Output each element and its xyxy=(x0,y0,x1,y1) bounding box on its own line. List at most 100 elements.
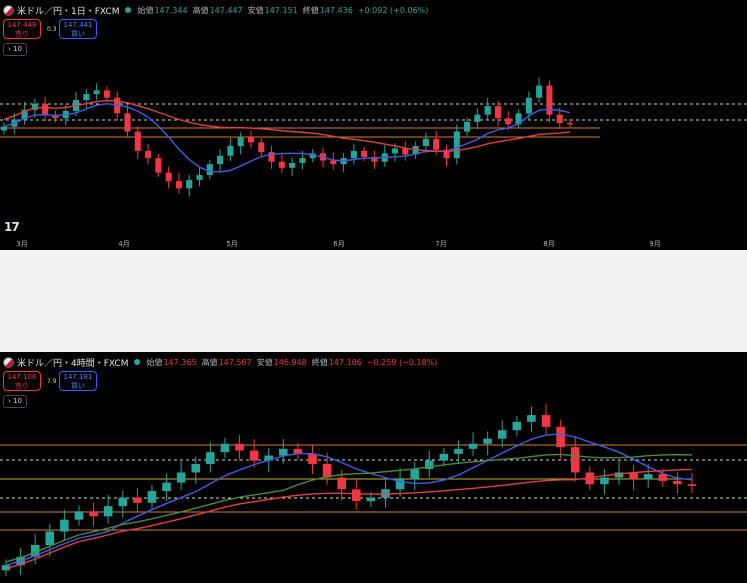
candle-body xyxy=(175,181,182,189)
candle-body xyxy=(392,148,399,154)
volume-indicator-toggle[interactable]: › 10 xyxy=(3,43,27,56)
candle-body xyxy=(247,137,255,143)
candle-body xyxy=(145,150,152,159)
4h-chart-header: 米ドル／円・4時間・FXCM 始値 147.365 高値 147.567 安値 146… xyxy=(3,355,442,369)
4h-chart-panel[interactable]: 米ドル／円・4時間・FXCM 始値 147.365 高値 147.567 安値 146… xyxy=(0,352,747,583)
x-axis-tick-label: 8月 xyxy=(543,240,554,248)
candle-body xyxy=(206,452,215,464)
4h-chart-canvas[interactable] xyxy=(0,352,747,583)
candle-body xyxy=(155,158,162,173)
candle-body xyxy=(176,472,186,483)
tradingview-logo[interactable]: 17 xyxy=(4,220,20,234)
candle-body xyxy=(643,474,653,480)
candle-body xyxy=(361,150,368,157)
candle-body xyxy=(237,137,244,147)
x-axis-tick-label: 3月 xyxy=(16,240,27,248)
candle-body xyxy=(258,142,265,153)
chevron-icon: › xyxy=(8,45,11,53)
trade-buttons: 147.106 売り 7.9 147.181 買い xyxy=(3,371,97,391)
candle-body xyxy=(186,179,193,189)
candle-body xyxy=(453,131,460,159)
divider-area xyxy=(0,250,747,352)
candle-body xyxy=(468,443,478,449)
candle-body xyxy=(60,519,69,532)
x-axis-tick-label: 9月 xyxy=(649,240,660,248)
sell-button[interactable]: 147.449 売り xyxy=(3,19,41,39)
candle-body xyxy=(484,106,491,115)
candle-body xyxy=(45,531,55,545)
candle-body xyxy=(299,158,306,163)
low-label: 安値 xyxy=(256,357,273,367)
spread-value: 7.9 xyxy=(47,378,57,385)
candle-body xyxy=(541,415,551,427)
candle-body xyxy=(337,477,346,490)
candle-body xyxy=(512,421,522,431)
symbol-title[interactable]: 米ドル／円・1日・FXCM xyxy=(17,4,119,17)
candle-body xyxy=(93,90,100,95)
candle-body xyxy=(220,443,230,453)
low-value: 147.151 xyxy=(264,5,298,15)
daily-chart-header: 米ドル／円・1日・FXCM 始値 147.344 高値 147.447 安値 147.… xyxy=(3,3,433,17)
candle-body xyxy=(89,511,98,517)
open-value: 147.344 xyxy=(154,5,188,15)
low-value: 146.948 xyxy=(273,357,307,367)
candle-body xyxy=(433,138,440,150)
daily-chart-panel[interactable]: 3月 4月 5月 6月 7月 8月 9月 米ドル／円・1日・FXCM 始値 147.344 高… xyxy=(0,0,747,250)
high-label: 高値 xyxy=(201,357,218,367)
candle-body xyxy=(134,131,141,151)
buy-button[interactable]: 147.181 買い xyxy=(59,371,97,391)
x-axis-tick-label: 4月 xyxy=(118,240,129,248)
candle-body xyxy=(83,94,90,101)
usdjpy-flag-icon xyxy=(3,356,14,368)
candle-body xyxy=(74,511,84,520)
daily-chart-canvas[interactable]: 3月 4月 5月 6月 7月 8月 9月 xyxy=(0,0,747,250)
candle-body xyxy=(165,172,172,182)
candle-body xyxy=(402,148,409,155)
candle-body xyxy=(103,90,110,98)
buy-button[interactable]: 147.441 買い xyxy=(59,19,97,39)
high-label: 高値 xyxy=(192,5,209,15)
candle-body xyxy=(279,448,288,456)
sell-button[interactable]: 147.106 売り xyxy=(3,371,41,391)
candle-body xyxy=(366,497,376,502)
close-label: 終値 xyxy=(302,5,319,15)
candle-body xyxy=(350,150,357,159)
x-axis-tick-label: 7月 xyxy=(435,240,446,248)
moving-average-line xyxy=(5,468,693,570)
candle-body xyxy=(0,126,8,131)
trade-buttons: 147.449 売り 0.3 147.441 買い xyxy=(3,19,97,39)
open-label: 始値 xyxy=(137,5,154,15)
high-value: 147.447 xyxy=(209,5,243,15)
symbol-title[interactable]: 米ドル／円・4時間・FXCM xyxy=(17,356,128,369)
candle-body xyxy=(235,443,244,451)
x-axis-tick-label: 5月 xyxy=(226,240,237,248)
usdjpy-flag-icon xyxy=(3,4,14,16)
candle-body xyxy=(600,477,609,485)
volume-indicator-toggle[interactable]: › 10 xyxy=(3,395,27,408)
high-value: 147.567 xyxy=(218,357,252,367)
candle-body xyxy=(483,438,492,444)
candle-body xyxy=(494,106,501,119)
candle-body xyxy=(249,450,259,461)
candle-body xyxy=(196,175,203,180)
candle-body xyxy=(566,123,574,125)
moving-average-line xyxy=(5,433,693,566)
chevron-icon: › xyxy=(8,397,11,405)
candle-body xyxy=(556,426,565,448)
candle-body xyxy=(42,103,49,115)
close-label: 終値 xyxy=(311,357,328,367)
candle-body xyxy=(687,484,697,486)
candle-body xyxy=(497,430,507,439)
candle-body xyxy=(308,453,317,464)
candle-body xyxy=(330,160,337,165)
candle-body xyxy=(673,480,682,485)
candle-body xyxy=(525,97,532,114)
candle-body xyxy=(206,164,213,176)
candle-body xyxy=(546,85,553,115)
x-axis-tick-label: 6月 xyxy=(333,240,344,248)
spread-value: 0.3 xyxy=(47,26,57,33)
low-label: 安値 xyxy=(247,5,264,15)
candle-body xyxy=(556,114,563,124)
close-value: 147.106 xyxy=(328,357,362,367)
candle-body xyxy=(227,146,234,156)
